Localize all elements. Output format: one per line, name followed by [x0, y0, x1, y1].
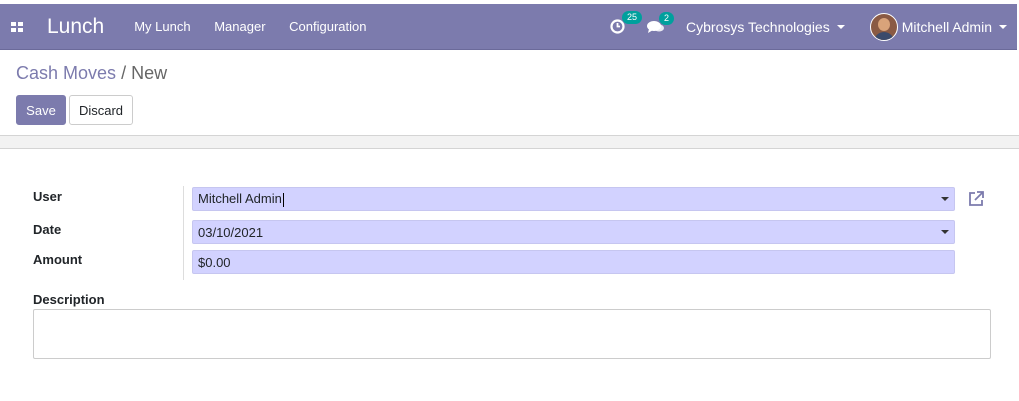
activity-menu[interactable]: 25 [610, 11, 643, 34]
text-cursor [282, 192, 284, 207]
app-name[interactable]: Lunch [47, 15, 104, 39]
chevron-down-icon [999, 24, 1007, 29]
chevron-down-icon [836, 24, 845, 29]
breadcrumb: Cash Moves / New [16, 63, 167, 84]
dropdown-arrow-icon[interactable] [941, 197, 949, 201]
breadcrumb-current: New [131, 63, 168, 83]
date-label: Date [33, 222, 62, 237]
user-name: Mitchell Admin [901, 18, 992, 35]
discard-button[interactable]: Discard [69, 95, 133, 125]
menu-manager[interactable]: Manager [214, 19, 265, 34]
company-name: Cybrosys Technologies [686, 18, 830, 35]
breadcrumb-separator: / [121, 63, 127, 83]
messaging-menu[interactable]: 2 [647, 11, 675, 34]
dropdown-arrow-icon[interactable] [941, 230, 949, 234]
description-label: Description [33, 292, 105, 307]
group-divider [183, 186, 184, 280]
form-sheet-header [0, 136, 1019, 149]
avatar [869, 12, 898, 41]
menu-configuration[interactable]: Configuration [289, 19, 366, 34]
breadcrumb-cash-moves[interactable]: Cash Moves [16, 63, 116, 83]
user-field-value: Mitchell Admin [198, 191, 282, 207]
date-field[interactable]: 03/10/2021 [192, 220, 955, 244]
company-switcher[interactable]: Cybrosys Technologies [686, 19, 845, 35]
external-link-icon[interactable] [967, 190, 985, 208]
user-menu[interactable]: Mitchell Admin [869, 12, 1007, 41]
amount-label: Amount [33, 252, 83, 267]
user-label: User [33, 189, 62, 204]
menu-my-lunch[interactable]: My Lunch [134, 19, 190, 34]
apps-menu-icon[interactable] [0, 4, 33, 49]
top-navbar: Lunch My Lunch Manager Configuration 25 … [0, 4, 1017, 50]
amount-field-value: $0.00 [198, 254, 231, 270]
user-field[interactable]: Mitchell Admin [192, 187, 955, 211]
amount-field[interactable]: $0.00 [192, 250, 955, 274]
message-count-badge: 2 [659, 11, 675, 25]
activity-count-badge: 25 [622, 11, 643, 24]
date-field-value: 03/10/2021 [198, 224, 264, 240]
save-button[interactable]: Save [16, 95, 66, 125]
description-textarea[interactable] [33, 309, 991, 359]
